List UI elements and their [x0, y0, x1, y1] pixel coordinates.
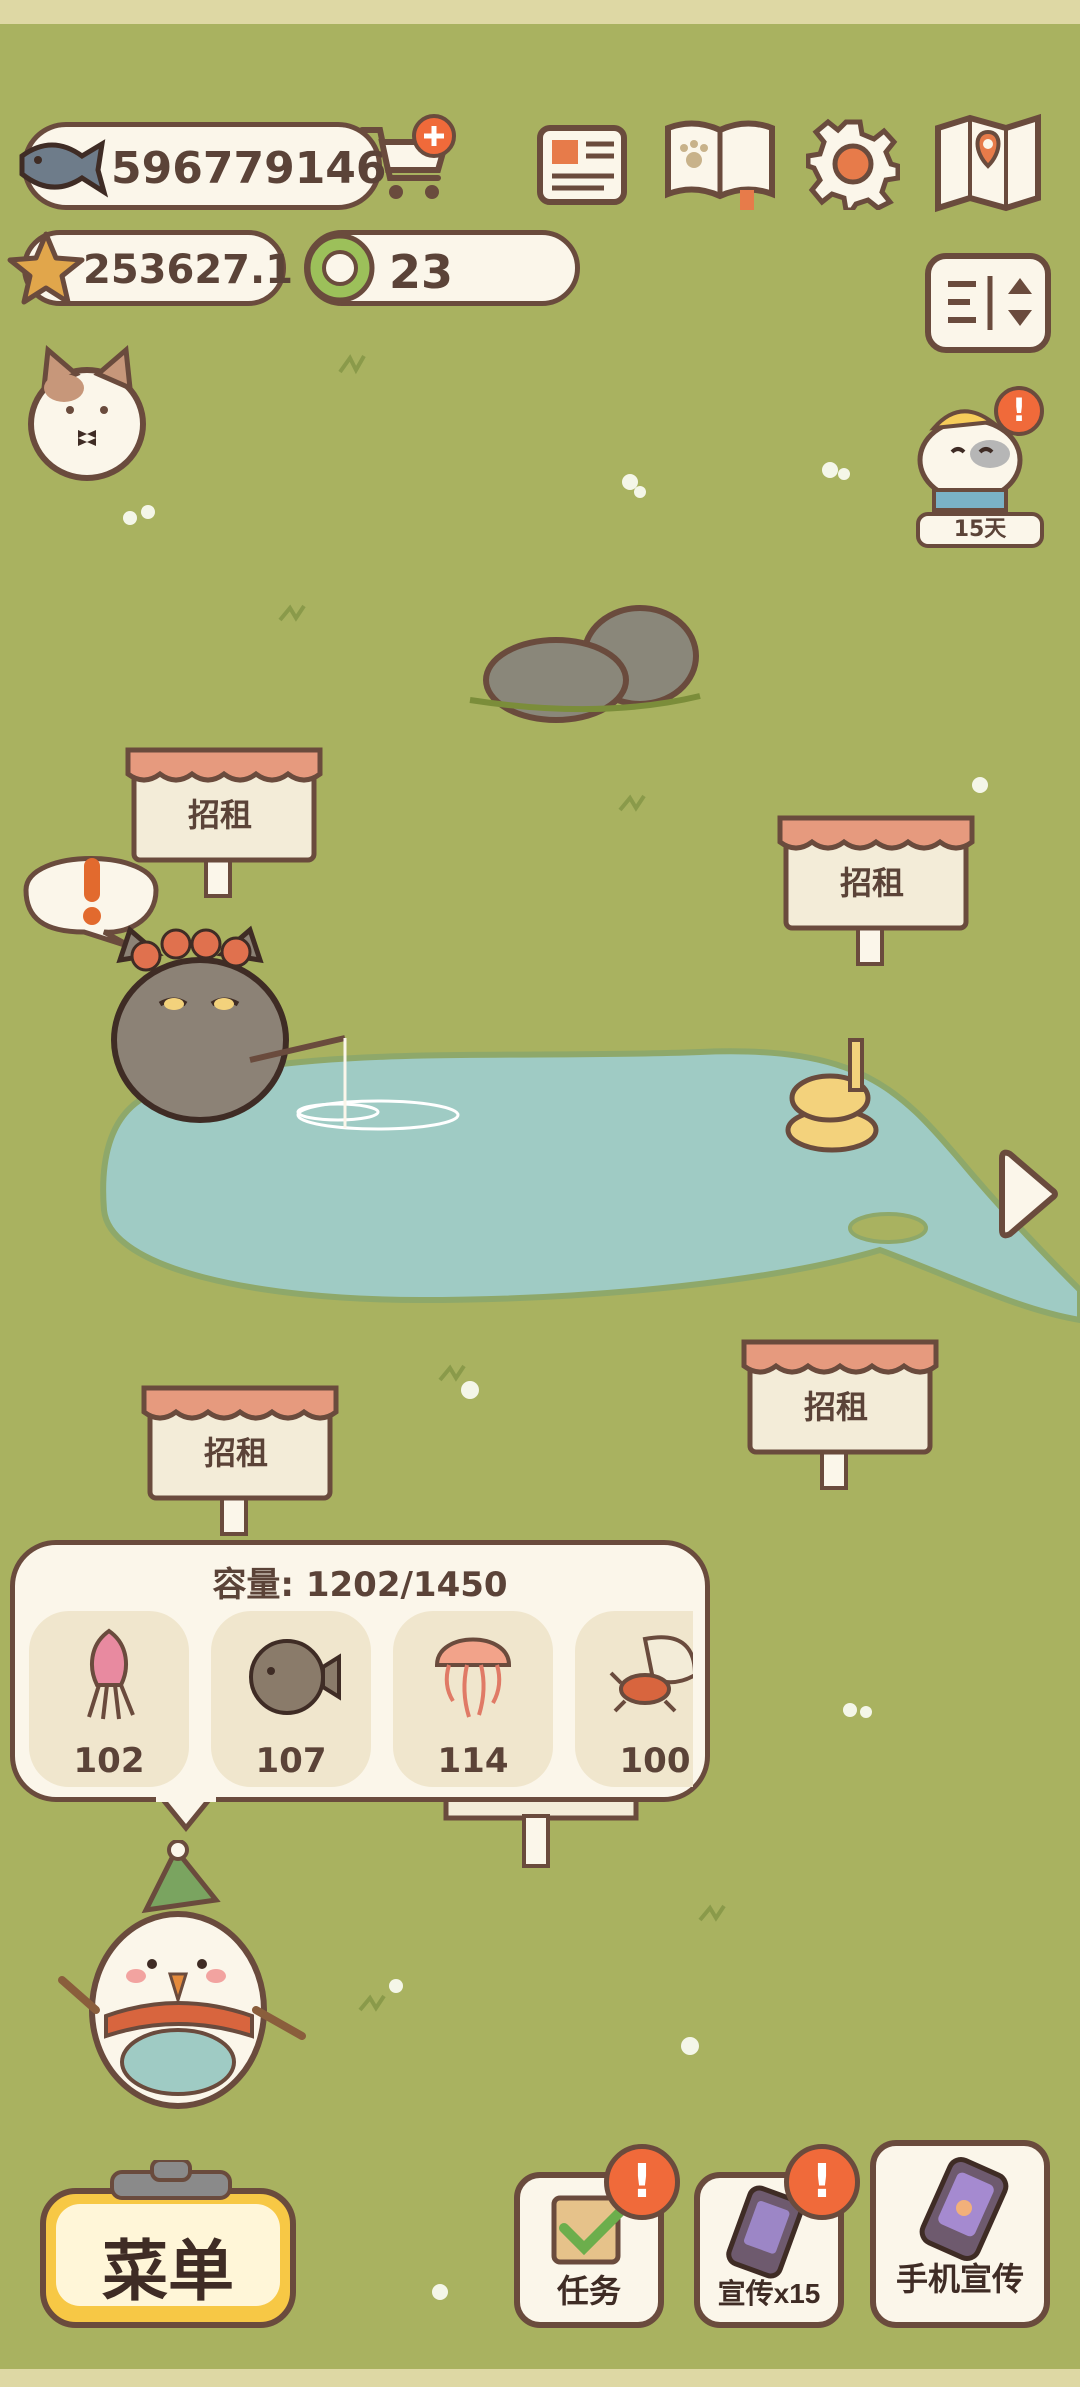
top-strip: [0, 0, 1080, 24]
menu-button[interactable]: 菜单: [40, 2188, 296, 2328]
star-icon: [7, 231, 85, 305]
phone-promote-label: 手机宣传: [895, 2261, 1024, 2297]
inventory-slot-pufferfish[interactable]: 107: [211, 1611, 371, 1787]
gear-icon: [805, 118, 901, 213]
rent-sign-label: 招租: [204, 1434, 269, 1472]
promote-alert-badge: !: [784, 2144, 860, 2220]
cart-icon: [359, 114, 456, 199]
token-amount: 23: [389, 245, 454, 299]
hermit-crab-icon: [609, 1635, 693, 1713]
bottom-strip: [0, 2369, 1080, 2387]
rent-sign-4[interactable]: 招租: [140, 1382, 340, 1542]
inventory-slot-jellyfish[interactable]: 114: [393, 1611, 553, 1787]
hidden-signboard: [443, 1796, 639, 1868]
phone-paw-icon: [919, 2157, 1009, 2261]
cat-avatar-icon: [28, 345, 146, 481]
paw-book-icon: [665, 120, 775, 210]
fishing-cat[interactable]: [100, 900, 360, 1140]
menu-button-label: 菜单: [102, 2234, 234, 2308]
jellyfish-icon: [434, 1637, 512, 1718]
chevron-right-icon: [999, 1149, 1058, 1239]
sort-icon: [925, 253, 1051, 353]
rent-sign-label: 招租: [188, 796, 253, 834]
map-icon: [935, 113, 1041, 213]
next-area-button[interactable]: [992, 1146, 1062, 1242]
cat-avatar-button[interactable]: [24, 344, 150, 482]
token-icon: [305, 233, 375, 303]
fish-icon: [19, 139, 108, 198]
rent-sign-2[interactable]: 招租: [776, 812, 976, 972]
rent-sign-label: 招租: [804, 1388, 869, 1426]
inventory-panel[interactable]: 容量: 1202/1450 102 107 114 100: [10, 1540, 710, 1802]
snowman-bird-character[interactable]: [56, 1840, 316, 2120]
slot-count: 100: [619, 1741, 691, 1781]
tasks-label: 任务: [556, 2273, 621, 2309]
settings-button[interactable]: [805, 116, 901, 213]
rent-sign-3[interactable]: 招租: [740, 1336, 940, 1496]
shop-cart-button[interactable]: [352, 112, 462, 212]
event-timer: 15天: [916, 512, 1044, 548]
map-button[interactable]: [930, 112, 1046, 216]
event-cat[interactable]: ! 15天: [900, 382, 1050, 552]
inventory-slot-squid[interactable]: 102: [29, 1611, 189, 1787]
capacity-label: 容量: 1202/1450: [212, 1565, 508, 1605]
event-timer-text: 15天: [953, 517, 1007, 542]
inventory-slot-hermit-crab[interactable]: 100: [575, 1611, 693, 1787]
slot-count: 102: [73, 1741, 145, 1781]
catbook-button[interactable]: [660, 114, 780, 214]
promote-label: 宣传x15: [717, 2278, 821, 2309]
news-button[interactable]: [534, 120, 630, 210]
fish-amount: 596779146: [111, 143, 387, 194]
tasks-alert-badge: !: [604, 2144, 680, 2220]
slot-count: 114: [437, 1741, 509, 1781]
event-alert-badge: !: [994, 386, 1044, 436]
sort-toggle-button[interactable]: [924, 252, 1052, 356]
inventory-list: 102 107 114 100: [29, 1611, 693, 1789]
slot-count: 107: [255, 1741, 327, 1781]
squid-icon: [87, 1628, 135, 1720]
panel-pointer: [156, 1796, 216, 1832]
clipboard-clip-icon: [110, 2160, 232, 2200]
rent-sign-label: 招租: [840, 864, 905, 902]
pufferfish-icon: [249, 1639, 341, 1715]
newspaper-icon: [537, 125, 627, 205]
phone-promote-button[interactable]: 手机宣传: [870, 2140, 1050, 2328]
star-amount: 253627.1: [83, 247, 294, 293]
